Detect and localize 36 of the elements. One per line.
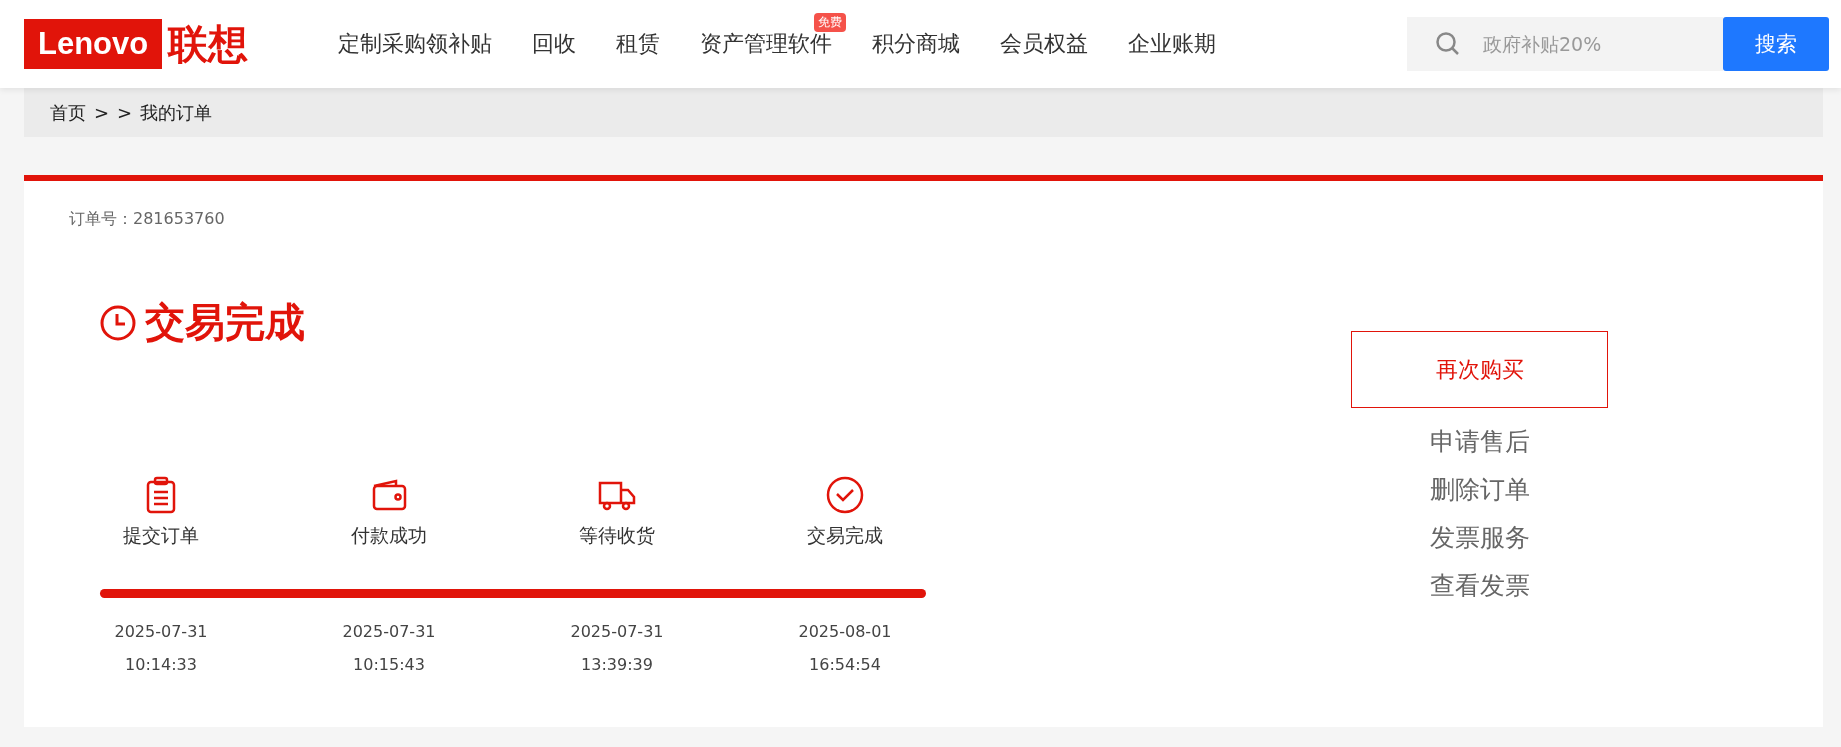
nav-link[interactable]: 回收 bbox=[532, 31, 577, 56]
action-link[interactable]: 发票服务 bbox=[1429, 514, 1530, 562]
breadcrumb-item: 我的订单 bbox=[140, 100, 213, 125]
nav-link[interactable]: 积分商城 bbox=[872, 31, 961, 56]
step-date: 2025-07-31 bbox=[570, 622, 664, 641]
search-icon bbox=[1435, 31, 1461, 57]
step-label: 付款成功 bbox=[351, 523, 427, 548]
search-button[interactable]: 搜索 bbox=[1723, 17, 1829, 71]
step-time: 13:39:39 bbox=[581, 655, 653, 674]
nav-link[interactable]: 租赁 bbox=[616, 31, 661, 56]
check-circle-icon bbox=[825, 475, 865, 515]
breadcrumb-item: > bbox=[117, 102, 133, 123]
nav-link[interactable]: 定制采购领补贴 bbox=[338, 31, 493, 56]
nav-link[interactable]: 资产管理软件 bbox=[700, 31, 833, 56]
step-label: 等待收货 bbox=[579, 523, 655, 548]
order-number: 订单号：281653760 bbox=[69, 209, 226, 230]
order-status: 交易完成 bbox=[145, 298, 305, 347]
step-date: 2025-08-01 bbox=[798, 622, 892, 641]
nav-link[interactable]: 企业账期 bbox=[1128, 31, 1217, 56]
step-date: 2025-07-31 bbox=[114, 622, 208, 641]
action-link[interactable]: 查看发票 bbox=[1429, 562, 1530, 610]
action-link[interactable]: 删除订单 bbox=[1429, 466, 1530, 514]
step-time: 10:14:33 bbox=[125, 655, 197, 674]
action-link[interactable]: 申请售后 bbox=[1429, 418, 1530, 466]
breadcrumb-item: > bbox=[94, 102, 110, 123]
step-label: 提交订单 bbox=[123, 523, 199, 548]
buy-again-button[interactable]: 再次购买 bbox=[1351, 331, 1608, 408]
step-date: 2025-07-31 bbox=[342, 622, 436, 641]
clock-icon bbox=[99, 303, 137, 342]
step-time: 16:54:54 bbox=[809, 655, 881, 674]
breadcrumb-link[interactable]: 首页 bbox=[50, 100, 86, 125]
nav-badge: 免费 bbox=[814, 13, 847, 32]
nav-link[interactable]: 会员权益 bbox=[1000, 31, 1089, 56]
search-field[interactable]: 政府补贴20% bbox=[1407, 17, 1723, 71]
step-label: 交易完成 bbox=[807, 523, 883, 548]
step-time: 10:15:43 bbox=[353, 655, 425, 674]
